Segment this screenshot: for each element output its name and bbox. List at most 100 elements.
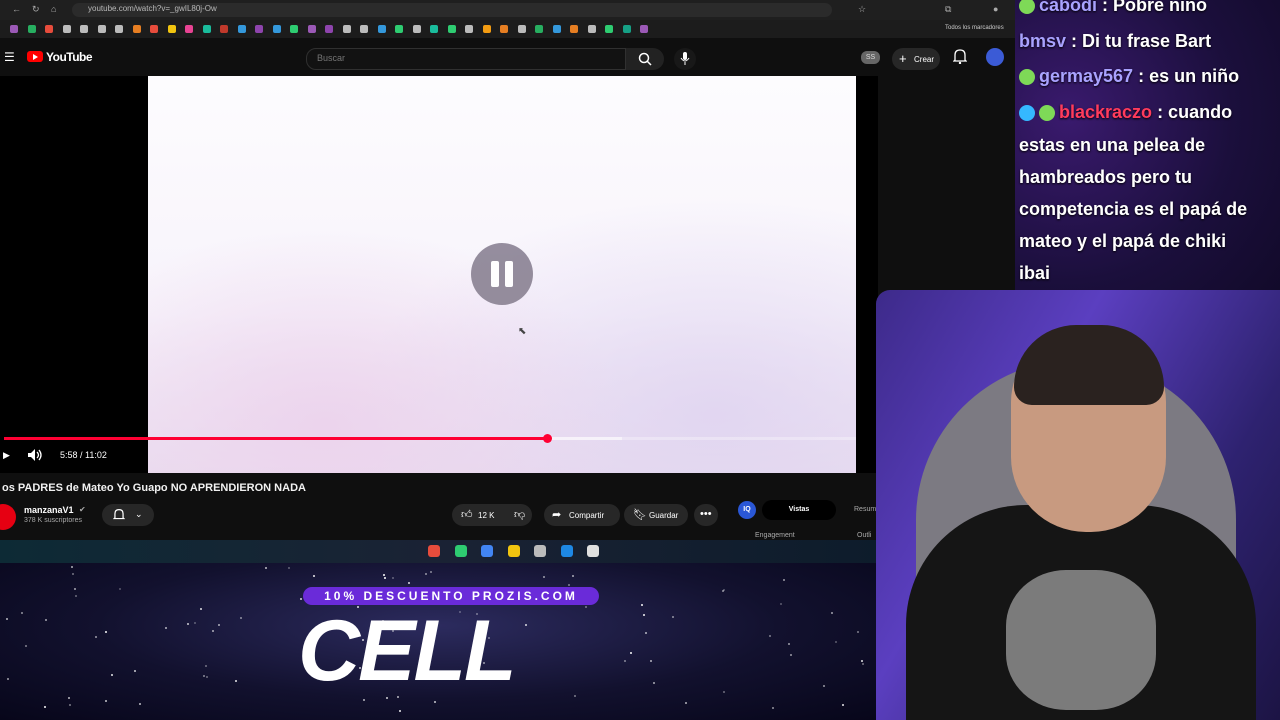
chat-text: : Pobre niño — [1097, 0, 1208, 15]
taskbar-app-icon[interactable] — [507, 545, 520, 557]
bookmark-icon[interactable] — [605, 25, 613, 33]
menu-icon[interactable]: ☰ — [4, 50, 15, 64]
notifications-button[interactable] — [952, 48, 969, 66]
taskbar-app-icon[interactable] — [560, 545, 573, 557]
bookmark-icon[interactable] — [185, 25, 193, 33]
bookmark-icon[interactable] — [167, 25, 176, 33]
bookmark-icon[interactable] — [290, 25, 298, 33]
bookmark-icon[interactable] — [80, 25, 88, 33]
star — [164, 626, 167, 629]
save-button[interactable]: 🔖︎ Guardar — [624, 504, 688, 526]
bookmark-icon[interactable] — [517, 25, 526, 33]
bookmark-icon[interactable] — [552, 25, 561, 33]
tab-vistas[interactable]: Vistas — [762, 500, 836, 520]
bookmark-icon[interactable] — [27, 25, 36, 33]
bookmark-icon[interactable] — [640, 25, 648, 33]
channel-avatar[interactable] — [0, 504, 16, 530]
bookmark-icon[interactable] — [587, 25, 596, 33]
browser-window: ← ↻ ⌂ youtube.com/watch?v=_gwIL80j-Ow ☆ … — [0, 0, 1015, 563]
taskbar-app-icon[interactable] — [428, 545, 440, 557]
bookmark-icon[interactable] — [622, 25, 631, 33]
star — [567, 583, 570, 586]
bookmark-icon[interactable] — [202, 25, 211, 33]
bookmark-icon[interactable] — [465, 25, 473, 33]
taskbar-app-icon[interactable] — [454, 545, 467, 557]
reload-icon[interactable]: ↻ — [32, 4, 40, 15]
bookmark-icon[interactable] — [150, 25, 158, 33]
bookmark-icon[interactable] — [570, 25, 578, 33]
youtube-brand[interactable]: YouTube — [46, 50, 93, 64]
bookmark-icon[interactable] — [255, 25, 263, 33]
star — [653, 681, 656, 684]
bookmark-icon[interactable] — [412, 25, 421, 33]
search-icon — [638, 52, 652, 66]
chat-username[interactable]: blackraczo — [1059, 102, 1152, 122]
chat-username[interactable]: cabodi — [1039, 0, 1097, 15]
volume-icon[interactable] — [27, 448, 43, 462]
bookmark-icon[interactable] — [97, 25, 106, 33]
bookmark-icon[interactable] — [360, 25, 368, 33]
voice-search-button[interactable] — [674, 48, 696, 70]
chat-message: blackraczo : cuando — [1019, 102, 1232, 123]
share-button[interactable]: ➦ Compartir — [544, 504, 620, 526]
chat-username[interactable]: bmsv — [1019, 31, 1066, 51]
bookmark-icon[interactable] — [237, 25, 246, 33]
progress-bar[interactable] — [4, 434, 856, 443]
bookmark-icon[interactable] — [500, 25, 508, 33]
play-icon[interactable]: ▶ — [3, 450, 10, 461]
profile-icon[interactable]: ● — [993, 4, 998, 14]
star — [264, 567, 267, 570]
user-avatar[interactable] — [986, 48, 1004, 66]
like-button[interactable]: 👍︎ 12 K 👎︎ — [452, 504, 532, 526]
bookmark-icon[interactable] — [62, 25, 71, 33]
bookmark-icon[interactable] — [10, 25, 18, 33]
bookmark-icon[interactable] — [272, 25, 281, 33]
bookmark-icon[interactable] — [430, 25, 438, 33]
bookmark-icon[interactable] — [132, 25, 141, 33]
taskbar-app-icon[interactable] — [481, 545, 493, 557]
home-icon[interactable]: ⌂ — [51, 4, 56, 14]
star — [623, 660, 626, 663]
progress-scrubber[interactable] — [542, 434, 552, 443]
youtube-header: ☰ YouTube SS + Crear — [0, 38, 1015, 76]
extension-badge[interactable]: SS — [861, 51, 880, 64]
chat-text: : es un niño — [1133, 66, 1240, 86]
address-bar[interactable]: youtube.com/watch?v=_gwIL80j-Ow — [72, 3, 832, 17]
extension-iq-icon[interactable]: IQ — [738, 501, 756, 519]
bookmark-icon[interactable] — [535, 25, 543, 33]
thumbs-down-icon[interactable]: 👎︎ — [514, 508, 525, 521]
tab-resumen[interactable]: Resum — [854, 506, 876, 513]
bookmark-icon[interactable] — [482, 25, 491, 33]
create-button[interactable]: + Crear — [892, 48, 940, 70]
bookmark-icon[interactable] — [115, 25, 123, 33]
star — [110, 673, 113, 676]
extensions-icon[interactable]: ⧉ — [945, 4, 951, 15]
star — [69, 703, 72, 706]
bookmark-icon[interactable] — [342, 25, 351, 33]
more-button[interactable]: ••• — [694, 504, 718, 526]
taskbar-app-icon[interactable] — [534, 545, 546, 557]
outline-label: Outli — [857, 532, 872, 539]
chat-username[interactable]: germay567 — [1039, 66, 1133, 86]
all-bookmarks-link[interactable]: Todos los marcadores — [945, 25, 1004, 31]
taskbar-app-icon[interactable] — [587, 545, 599, 557]
bookmark-icon[interactable] — [377, 25, 386, 33]
bookmark-icon[interactable] — [220, 25, 228, 33]
bookmark-icon[interactable] — [45, 25, 53, 33]
pause-icon[interactable] — [471, 243, 533, 305]
bookmark-star-icon[interactable]: ☆ — [858, 4, 866, 15]
bookmark-icon[interactable] — [325, 25, 333, 33]
video-player[interactable]: ⬉ ▶ 5:58 / 11:02 — [0, 76, 878, 473]
star — [71, 566, 74, 569]
bookmark-icon[interactable] — [395, 25, 403, 33]
bookmark-icon[interactable] — [447, 25, 456, 33]
channel-name[interactable]: manzanaV1 — [24, 505, 74, 515]
youtube-logo-icon[interactable] — [27, 51, 43, 62]
search-box[interactable] — [306, 48, 626, 70]
subscription-bell-button[interactable]: ⌄ — [102, 504, 154, 526]
back-icon[interactable]: ← — [12, 4, 21, 14]
search-button[interactable] — [626, 48, 664, 70]
bookmark-icon[interactable] — [307, 25, 316, 33]
search-input[interactable] — [315, 52, 609, 64]
chat-text: : cuando — [1152, 101, 1233, 122]
